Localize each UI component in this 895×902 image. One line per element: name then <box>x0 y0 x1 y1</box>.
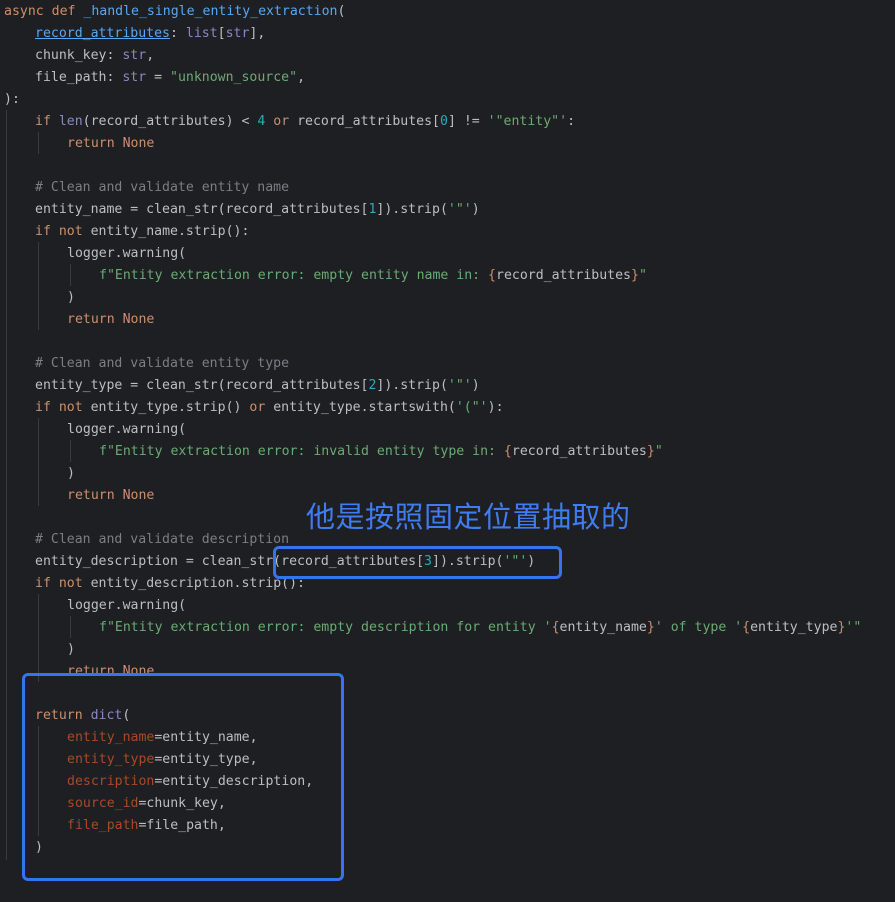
code-line: f"Entity extraction error: empty entity … <box>99 268 647 283</box>
indent-guide <box>70 264 71 286</box>
indent-guide <box>38 242 39 330</box>
code-line: logger.warning( <box>67 246 187 261</box>
code-line: if not entity_type.strip() or entity_typ… <box>35 400 504 415</box>
code-line: # Clean and validate entity name <box>35 180 290 195</box>
code-line: entity_name = clean_str(record_attribute… <box>35 202 480 217</box>
code-line: if not entity_name.strip(): <box>35 224 250 239</box>
code-line: file_path: str = "unknown_source", <box>35 70 306 85</box>
annotation-text: 他是按照固定位置抽取的 <box>306 500 631 534</box>
highlight-box-record-attributes <box>273 546 562 579</box>
code-line: ): <box>4 92 20 107</box>
indent-guide <box>70 616 71 638</box>
code-editor[interactable]: async def _handle_single_entity_extracti… <box>0 0 895 902</box>
code-line: ) <box>67 290 75 305</box>
indent-guide <box>38 132 39 154</box>
code-line: f"Entity extraction error: invalid entit… <box>99 444 663 459</box>
indent-guide <box>70 440 71 462</box>
code-line: logger.warning( <box>67 422 187 437</box>
code-line: if len(record_attributes) < 4 or record_… <box>35 114 576 129</box>
indent-guide <box>38 594 39 682</box>
code-line: return None <box>67 136 155 151</box>
code-line: record_attributes: list[str], <box>35 26 266 41</box>
code-line: logger.warning( <box>67 598 187 613</box>
code-line: if not entity_description.strip(): <box>35 576 305 591</box>
highlight-box-return-dict <box>22 673 344 881</box>
code-line: chunk_key: str, <box>35 48 155 63</box>
indent-guide <box>6 110 7 860</box>
code-line: return None <box>67 488 155 503</box>
code-line: return None <box>67 312 155 327</box>
code-line: # Clean and validate entity type <box>35 356 290 371</box>
code-line: async def _handle_single_entity_extracti… <box>4 4 346 19</box>
code-line: # Clean and validate description <box>35 532 290 547</box>
code-line: ) <box>67 642 75 657</box>
code-line: entity_type = clean_str(record_attribute… <box>35 378 480 393</box>
code-line: f"Entity extraction error: empty descrip… <box>99 620 862 635</box>
code-line: ) <box>67 466 75 481</box>
indent-guide <box>38 418 39 506</box>
